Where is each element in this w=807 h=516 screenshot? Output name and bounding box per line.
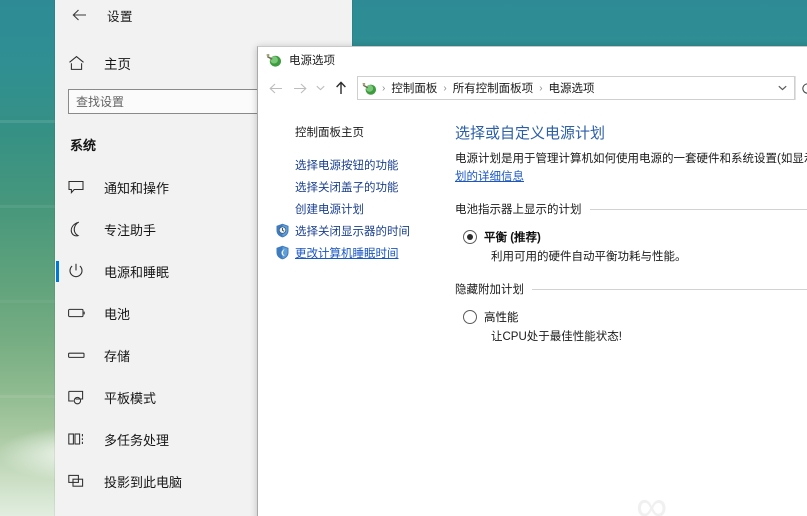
control-panel-nav: 控制面板主页 选择电源按钮的功能 选择关闭盖子的功能 创建电源计划 选择关闭显示… [258, 104, 438, 516]
power-plug-icon [266, 52, 282, 68]
breadcrumb-item-control-panel[interactable]: 控制面板 [390, 80, 438, 96]
home-icon [68, 55, 94, 71]
power-options-titlebar: 电源选项 [258, 47, 807, 72]
address-path-box[interactable]: › 控制面板 › 所有控制面板项 › 电源选项 [357, 76, 795, 100]
multitasking-icon [68, 429, 92, 449]
nav-link-label: 选择关闭盖子的功能 [295, 181, 399, 194]
refresh-icon[interactable] [795, 76, 807, 100]
up-arrow-icon[interactable] [329, 76, 353, 100]
group-divider [532, 288, 807, 290]
power-options-window: 电源选项 › 控制面板 › 所有控制面板项 › 电源选项 控制面板主页 选择电源… [257, 46, 807, 516]
plan-high-performance[interactable]: 高性能 让CPU处于最佳性能状态! [455, 309, 807, 344]
back-arrow-icon[interactable] [264, 76, 288, 100]
settings-titlebar: 设置 [55, 0, 352, 30]
group-label: 隐藏附加计划 [455, 284, 524, 296]
notification-icon [68, 177, 92, 197]
plan-name: 平衡 (推荐) [484, 232, 541, 244]
shield-moon-icon [275, 245, 291, 261]
plan-description: 让CPU处于最佳性能状态! [491, 331, 622, 343]
sidebar-item-label: 专注助手 [104, 222, 157, 238]
nav-link-create-power-plan[interactable]: 创建电源计划 [275, 198, 438, 219]
nav-link-control-panel-home[interactable]: 控制面板主页 [275, 121, 438, 142]
content-heading: 选择或自定义电源计划 [455, 125, 606, 142]
back-arrow-icon[interactable] [65, 3, 93, 27]
group-label: 电池指示器上显示的计划 [455, 204, 582, 216]
power-plug-icon [362, 81, 377, 96]
group-header: 电池指示器上显示的计划 [455, 201, 807, 217]
sidebar-item-label: 平板模式 [104, 390, 157, 406]
radio-high-performance[interactable] [463, 310, 477, 324]
plan-balanced[interactable]: 平衡 (推荐) 利用可用的硬件自动平衡功耗与性能。 [455, 229, 807, 264]
plan-group-battery-meter: 电池指示器上显示的计划 平衡 (推荐) 利用可用的硬件自动平衡功耗与性能。 [455, 201, 807, 264]
sidebar-item-label: 存储 [104, 348, 131, 364]
selection-indicator [56, 261, 59, 282]
group-divider [589, 208, 807, 210]
breadcrumb-separator: › [382, 82, 386, 94]
tablet-mode-icon [68, 387, 92, 407]
more-info-link[interactable]: 划的详细信息 [455, 168, 524, 184]
power-options-main: 选择或自定义电源计划 电源计划是用于管理计算机如何使用电源的一套硬件和系统设置(… [438, 104, 807, 516]
breadcrumb-separator: › [539, 82, 543, 94]
nav-link-label: 选择关闭显示器的时间 [295, 225, 410, 238]
forward-arrow-icon[interactable] [288, 76, 312, 100]
plan-name: 高性能 [484, 312, 519, 324]
nav-link-label: 更改计算机睡眠时间 [295, 247, 399, 260]
content-description: 电源计划是用于管理计算机如何使用电源的一套硬件和系统设置(如显示器 [455, 153, 807, 165]
nav-link-label: 选择电源按钮的功能 [295, 159, 399, 172]
sidebar-item-home-label: 主页 [104, 57, 131, 72]
chevron-down-icon[interactable] [771, 83, 794, 94]
nav-link-lid-close-action[interactable]: 选择关闭盖子的功能 [275, 176, 438, 197]
breadcrumb-separator: › [443, 82, 447, 94]
power-options-title: 电源选项 [289, 54, 335, 67]
projecting-icon [68, 471, 92, 491]
breadcrumb-item-all-items[interactable]: 所有控制面板项 [452, 80, 535, 96]
plan-group-hidden-plans: 隐藏附加计划 高性能 让CPU处于最佳性能状态! [455, 281, 807, 344]
plan-description: 利用可用的硬件自动平衡功耗与性能。 [491, 251, 687, 263]
chevron-down-icon[interactable] [312, 76, 329, 100]
nav-link-change-sleep-time[interactable]: 更改计算机睡眠时间 [275, 242, 438, 263]
storage-icon [68, 345, 92, 365]
group-header: 隐藏附加计划 [455, 281, 807, 297]
sidebar-item-label: 多任务处理 [104, 432, 170, 448]
moon-icon [68, 219, 92, 239]
battery-icon [68, 303, 92, 323]
power-options-content: 控制面板主页 选择电源按钮的功能 选择关闭盖子的功能 创建电源计划 选择关闭显示… [258, 104, 807, 516]
power-icon [68, 261, 92, 281]
radio-balanced[interactable] [463, 230, 477, 244]
settings-window-title: 设置 [107, 9, 134, 24]
shield-clock-icon [275, 223, 291, 239]
sidebar-item-label: 电池 [104, 306, 131, 322]
screen: 设置 主页 系统 [0, 0, 807, 516]
background-watermark: ∞ [636, 482, 670, 516]
nav-link-label: 控制面板主页 [295, 126, 364, 139]
address-bar: › 控制面板 › 所有控制面板项 › 电源选项 [258, 72, 807, 104]
sidebar-item-label: 电源和睡眠 [104, 264, 170, 280]
breadcrumb-item-power-options[interactable]: 电源选项 [548, 80, 596, 96]
sidebar-item-label: 投影到此电脑 [104, 474, 183, 490]
nav-link-display-off-time[interactable]: 选择关闭显示器的时间 [275, 220, 438, 241]
sidebar-item-label: 通知和操作 [104, 180, 170, 196]
nav-link-label: 创建电源计划 [295, 203, 364, 216]
nav-link-power-button-action[interactable]: 选择电源按钮的功能 [275, 154, 438, 175]
